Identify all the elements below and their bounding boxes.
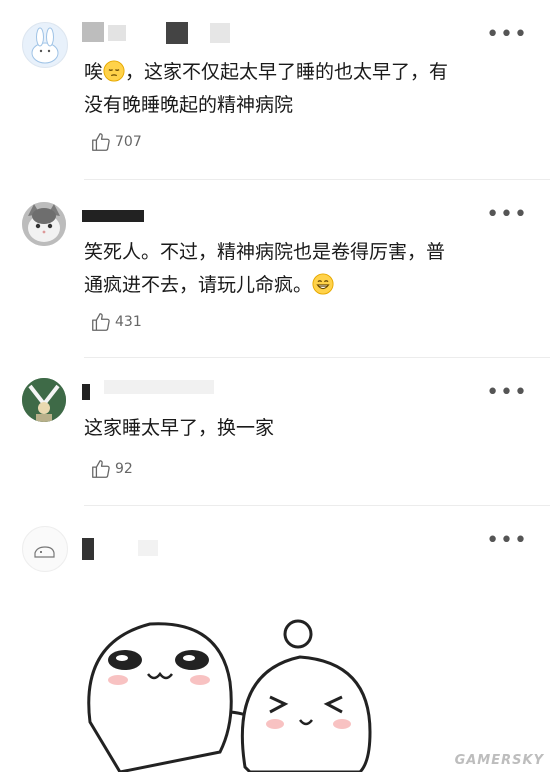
- cat-avatar-icon: [22, 202, 66, 246]
- thumbs-up-icon: [92, 313, 110, 331]
- more-options-button[interactable]: •••: [486, 204, 528, 226]
- like-button[interactable]: 431: [90, 311, 142, 333]
- thumbs-up-icon: [92, 460, 110, 478]
- username-redacted: [82, 22, 242, 44]
- username-redacted: [82, 380, 222, 404]
- avatar[interactable]: [22, 378, 66, 422]
- watermark: GAMERSKY: [454, 753, 544, 768]
- username-redacted: [82, 210, 152, 230]
- bunny-avatar-icon: [31, 27, 59, 64]
- username-redacted: [82, 538, 162, 560]
- comment-text: 这家睡太早了，换一家: [84, 417, 275, 439]
- meme-image-icon: [87, 619, 372, 772]
- pensive-face-emoji-icon: [103, 60, 125, 82]
- sketch-avatar-icon: [34, 546, 55, 558]
- like-button[interactable]: 707: [90, 131, 142, 153]
- like-count: 707: [115, 134, 142, 150]
- grinning-face-emoji-icon: [312, 273, 334, 295]
- comment-text: 笑死人。不过，精神病院也是卷得厉害，普 通疯进不去，请玩儿命疯。: [84, 241, 446, 296]
- like-count: 92: [115, 461, 133, 477]
- comment-item: ••• 笑死人。不过，精神病院也是卷得厉害，普 通疯进不去，请玩儿命疯。 431: [0, 180, 550, 358]
- more-options-button[interactable]: •••: [486, 382, 528, 404]
- comment-item: •••: [0, 506, 550, 772]
- like-count: 431: [115, 314, 142, 330]
- character-avatar-icon: [22, 378, 66, 422]
- comment-item: ••• 这家睡太早了，换一家 92: [0, 358, 550, 506]
- avatar[interactable]: [22, 22, 68, 68]
- like-button[interactable]: 92: [90, 458, 133, 480]
- comment-item: ••• 唉 ，这家不仅起太早了睡的也太早了，有 没有晚睡晚起的精神病院 707: [0, 0, 550, 180]
- more-options-button[interactable]: •••: [486, 530, 528, 552]
- more-options-button[interactable]: •••: [486, 24, 528, 46]
- avatar[interactable]: [22, 202, 66, 246]
- avatar[interactable]: [22, 526, 68, 572]
- thumbs-up-icon: [92, 133, 110, 151]
- comment-text: 唉 ，这家不仅起太早了睡的也太早了，有 没有晚睡晚起的精神病院: [84, 60, 449, 116]
- meme-image[interactable]: [80, 602, 380, 772]
